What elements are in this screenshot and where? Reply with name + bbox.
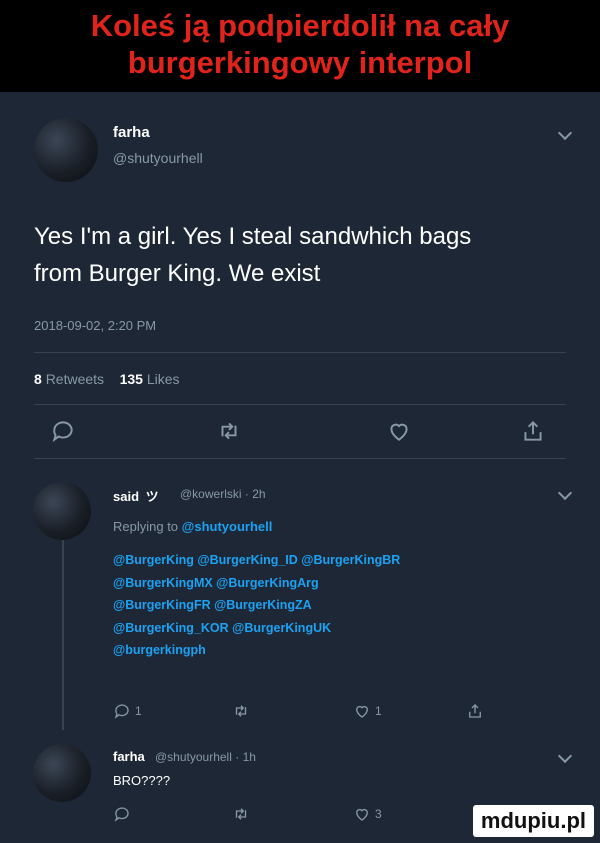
retweet-icon[interactable] <box>216 418 242 444</box>
share-action[interactable] <box>466 702 484 720</box>
mention-line[interactable]: @burgerkingph <box>113 639 583 662</box>
reply-time: · 2h <box>244 487 266 501</box>
like-action[interactable]: 1 <box>353 702 382 720</box>
mention-line[interactable]: @BurgerKingFR @BurgerKingZA <box>113 594 583 617</box>
reply-handle-text: @shutyourhell <box>155 750 232 764</box>
divider <box>34 458 566 459</box>
tweet-stats: 8 Retweets 135 Likes <box>34 371 180 387</box>
mention-line[interactable]: @BurgerKing_KOR @BurgerKingUK <box>113 617 583 640</box>
watermark: mdupiu.pl <box>472 805 594 837</box>
reply-action[interactable]: 1 <box>113 702 142 720</box>
chevron-down-icon[interactable] <box>557 485 573 501</box>
like-icon[interactable] <box>386 418 412 444</box>
replying-to: Replying to @shutyourhell <box>113 519 272 534</box>
retweet-action[interactable] <box>232 702 250 720</box>
caption-line-2: burgerkingowy interpol <box>127 45 473 80</box>
tweet-timestamp: 2018-09-02, 2:20 PM <box>34 318 157 333</box>
like-icon <box>356 705 368 718</box>
like-icon <box>356 808 368 821</box>
like-count: 3 <box>375 807 382 821</box>
reply-count: 1 <box>135 704 142 718</box>
avatar[interactable] <box>33 744 91 802</box>
meme-caption: Koleś ją podpierdolił na cały burgerking… <box>0 0 600 92</box>
author-badge: ツ <box>145 489 159 504</box>
retweet-icon <box>235 808 247 820</box>
retweets-count[interactable]: 8 <box>34 371 42 387</box>
replying-to-handle[interactable]: @shutyourhell <box>182 519 273 534</box>
avatar[interactable] <box>33 482 91 540</box>
mention-line[interactable]: @BurgerKing @BurgerKing_ID @BurgerKingBR <box>113 549 583 572</box>
reply-icon <box>114 704 129 719</box>
reply-author-name[interactable]: farha <box>113 749 145 764</box>
author-handle[interactable]: @shutyourhell <box>113 150 203 166</box>
share-icon[interactable] <box>520 418 546 444</box>
reply-author-name[interactable]: said ツ <box>113 486 159 505</box>
like-count: 1 <box>375 704 382 718</box>
share-icon <box>469 704 481 718</box>
likes-count[interactable]: 135 <box>120 371 143 387</box>
reply-time: · 1h <box>235 750 256 764</box>
author-name[interactable]: farha <box>113 124 150 141</box>
retweets-label[interactable]: Retweets <box>46 371 104 387</box>
caption-line-1: Koleś ją podpierdolił na cały <box>90 8 510 43</box>
reply-handle-text: @kowerlski <box>180 487 242 501</box>
reply-text: BRO???? <box>113 773 171 788</box>
tweet-text-line-2: from Burger King. We exist <box>34 260 321 287</box>
avatar[interactable] <box>34 118 98 182</box>
mention-list: @BurgerKing @BurgerKing_ID @BurgerKingBR… <box>113 549 583 662</box>
replying-to-prefix: Replying to <box>113 519 179 534</box>
retweet-icon <box>235 705 247 717</box>
reply-author-handle[interactable]: @kowerlski · 2h <box>180 487 266 501</box>
tweet-text: Yes I'm a girl. Yes I steal sandwhich ba… <box>34 218 574 292</box>
likes-label[interactable]: Likes <box>147 371 180 387</box>
reply-author-name-text: said <box>113 489 140 504</box>
like-action[interactable]: 3 <box>353 805 382 823</box>
divider <box>34 404 566 405</box>
reply-author-handle[interactable]: @shutyourhell · 1h <box>155 750 256 764</box>
tweet-text-line-1: Yes I'm a girl. Yes I steal sandwhich ba… <box>34 223 472 250</box>
thread-line <box>62 540 64 730</box>
chevron-down-icon[interactable] <box>557 125 573 141</box>
reply-icon[interactable] <box>50 418 76 444</box>
chevron-down-icon[interactable] <box>557 748 573 764</box>
reply-icon <box>114 807 129 822</box>
mention-line[interactable]: @BurgerKingMX @BurgerKingArg <box>113 572 583 595</box>
divider <box>34 352 566 353</box>
reply-action[interactable] <box>113 805 131 823</box>
retweet-action[interactable] <box>232 805 250 823</box>
